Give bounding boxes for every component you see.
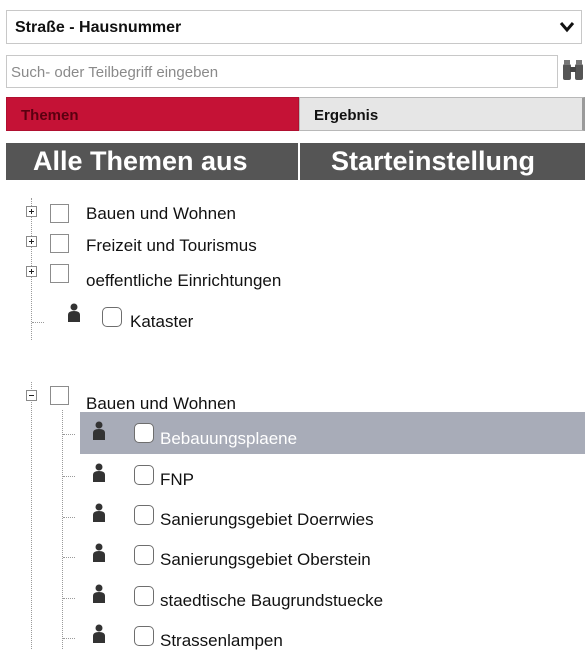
person-icon — [68, 303, 80, 322]
tree-branch-1 — [63, 434, 75, 435]
all-themes-off-button[interactable]: Alle Themen aus — [6, 143, 298, 180]
expand-toggle-bauen[interactable] — [26, 206, 37, 217]
expand-toggle-oeffentliche[interactable] — [26, 266, 37, 277]
person-icon — [93, 463, 105, 482]
checkbox-kataster[interactable] — [102, 307, 122, 327]
checkbox-bebauungsplaene[interactable] — [134, 423, 154, 443]
category-select[interactable]: Straße - Hausnummer — [6, 10, 582, 44]
tree-line-children — [62, 410, 63, 649]
category-select-value: Straße - Hausnummer — [15, 19, 182, 36]
binoculars-icon[interactable] — [561, 55, 585, 88]
tree-label-freizeit: Freizeit und Tourismus — [86, 236, 257, 255]
person-icon — [93, 421, 105, 440]
default-settings-button[interactable]: Starteinstellung — [300, 143, 585, 180]
tree-branch-4 — [63, 557, 75, 558]
tree-branch-6 — [63, 638, 75, 639]
checkbox-bauen[interactable] — [50, 204, 69, 223]
tree-label-oeffentliche: oeffentliche Einrichtungen — [86, 271, 282, 290]
checkbox-oeffentliche[interactable] — [50, 264, 69, 283]
tree-label-strassenlampen[interactable]: Strassenlampen — [160, 631, 283, 651]
collapse-toggle-bauen[interactable] — [26, 390, 37, 401]
tab-ergebnis-label: Ergebnis — [314, 107, 379, 124]
person-icon — [93, 624, 105, 643]
tree-label-baugrundstuecke[interactable]: staedtische Baugrundstuecke — [160, 591, 383, 611]
chevron-down-icon[interactable] — [559, 21, 575, 33]
tab-themen[interactable]: Themen — [6, 97, 299, 131]
tree-label-kataster: Kataster — [130, 312, 194, 331]
tab-ergebnis[interactable]: Ergebnis — [299, 97, 585, 131]
tree-branch-3 — [63, 517, 75, 518]
default-settings-label: Starteinstellung — [331, 146, 536, 176]
tree-line-bottom — [31, 382, 32, 649]
selected-row-highlight — [80, 412, 585, 454]
all-themes-off-label: Alle Themen aus — [33, 146, 248, 176]
checkbox-strassenlampen[interactable] — [134, 626, 154, 646]
tree-label-bauen: Bauen und Wohnen — [86, 204, 236, 223]
tree-branch-kataster — [32, 322, 44, 323]
tree-label-fnp[interactable]: FNP — [160, 470, 194, 490]
search-input[interactable]: Such- oder Teilbegriff eingeben — [6, 55, 558, 88]
person-icon — [93, 503, 105, 522]
person-icon — [93, 584, 105, 603]
search-placeholder: Such- oder Teilbegriff eingeben — [11, 64, 219, 81]
checkbox-doerrwies[interactable] — [134, 505, 154, 525]
person-icon — [93, 543, 105, 562]
tree-label-bauen-expanded: Bauen und Wohnen — [86, 394, 236, 413]
tree-label-oberstein[interactable]: Sanierungsgebiet Oberstein — [160, 550, 371, 570]
checkbox-bauen-expanded[interactable] — [50, 386, 69, 405]
tree-label-doerrwies[interactable]: Sanierungsgebiet Doerrwies — [160, 510, 374, 530]
expand-toggle-freizeit[interactable] — [26, 236, 37, 247]
checkbox-baugrundstuecke[interactable] — [134, 586, 154, 606]
tab-themen-label: Themen — [21, 107, 79, 124]
checkbox-freizeit[interactable] — [50, 234, 69, 253]
checkbox-fnp[interactable] — [134, 465, 154, 485]
checkbox-oberstein[interactable] — [134, 545, 154, 565]
tree-branch-2 — [63, 476, 75, 477]
tree-branch-5 — [63, 598, 75, 599]
tree-label-bebauungsplaene[interactable]: Bebauungsplaene — [160, 429, 297, 449]
